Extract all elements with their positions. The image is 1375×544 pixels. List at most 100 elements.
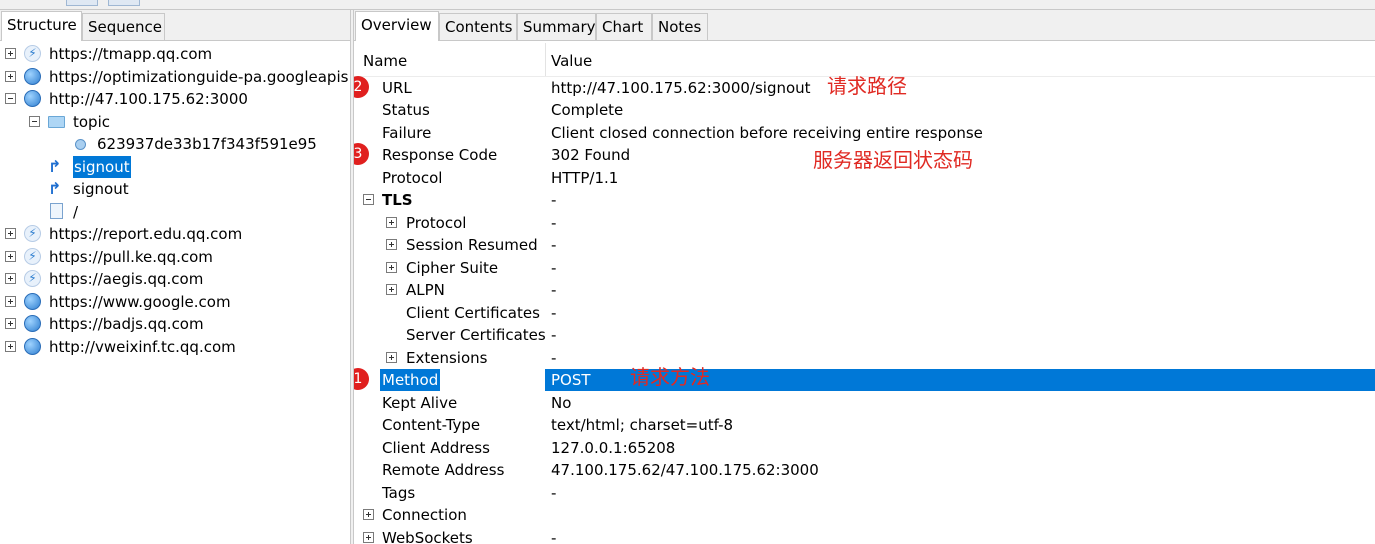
property-row[interactable]: Client Certificates - <box>354 302 1375 324</box>
expand-icon[interactable] <box>363 509 374 520</box>
tree-item-label: https://tmapp.qq.com <box>49 45 213 63</box>
property-value: Client closed connection before receivin… <box>551 123 983 142</box>
property-value: 127.0.0.1:65208 <box>551 438 676 457</box>
tree-item[interactable]: ⚡ https://pull.ke.qq.com <box>0 246 350 268</box>
tree-item-label: https://report.edu.qq.com <box>49 225 243 243</box>
expand-icon[interactable] <box>363 531 374 543</box>
tree-item[interactable]: topic <box>0 111 350 133</box>
property-row[interactable]: Remote Address 47.100.175.62/47.100.175.6… <box>354 459 1375 481</box>
toolbar-button[interactable] <box>66 0 98 6</box>
folder-icon <box>48 115 65 128</box>
expand-icon[interactable] <box>386 216 397 228</box>
tree-item[interactable]: http://47.100.175.62:3000 <box>0 88 350 110</box>
tab-chart[interactable]: Chart <box>596 13 652 40</box>
collapse-icon[interactable] <box>5 93 16 104</box>
tree-item-label: topic <box>73 112 110 131</box>
property-value: POST <box>551 371 591 389</box>
property-row[interactable]: Extensions - <box>354 347 1375 369</box>
expand-icon[interactable] <box>5 70 16 82</box>
request-icon <box>75 139 86 150</box>
property-row[interactable]: Cipher Suite - <box>354 257 1375 279</box>
property-value: 47.100.175.62/47.100.175.62:3000 <box>551 461 819 479</box>
tree-item[interactable]: 623937de33b17f343f591e95 <box>0 133 350 155</box>
property-row[interactable]: Failure Client closed connection before r… <box>354 122 1375 144</box>
property-row[interactable]: Status Complete <box>354 99 1375 121</box>
expand-icon[interactable] <box>5 273 16 284</box>
tree-item[interactable]: ⚡ https://aegis.qq.com <box>0 268 350 290</box>
property-value: No <box>551 393 572 412</box>
tab-summary[interactable]: Summary <box>517 13 596 40</box>
expand-icon[interactable] <box>5 48 16 59</box>
tree-item[interactable]: / <box>0 201 350 223</box>
property-row[interactable]: Kept Alive No <box>354 392 1375 414</box>
property-name: Cipher Suite <box>406 258 499 277</box>
column-divider[interactable] <box>545 43 546 76</box>
left-tab-bar: Structure Sequence <box>0 10 350 41</box>
tree-item-label: signout <box>73 155 131 178</box>
expand-icon[interactable] <box>386 239 397 250</box>
toolbar-button[interactable] <box>108 0 140 6</box>
expand-icon[interactable] <box>386 284 397 295</box>
tree-item[interactable]: ↱ signout <box>0 178 350 200</box>
property-row[interactable]: WebSockets - <box>354 527 1375 544</box>
expand-icon[interactable] <box>386 351 397 363</box>
tab-contents[interactable]: Contents <box>439 13 517 40</box>
tree-item[interactable]: ↱ signout <box>0 155 350 178</box>
redirect-icon: ↱ <box>48 179 62 198</box>
globe-icon <box>24 292 41 310</box>
expand-icon[interactable] <box>386 261 397 273</box>
globe-icon <box>24 315 41 332</box>
annotation-note: 服务器返回状态码 <box>813 148 973 172</box>
property-name: Method <box>380 369 441 391</box>
column-header-value[interactable]: Value <box>551 42 592 76</box>
tree-item[interactable]: ⚡ https://report.edu.qq.com <box>0 223 350 245</box>
collapse-icon[interactable] <box>29 115 40 127</box>
property-name: Failure <box>382 123 432 142</box>
property-row[interactable]: Server Certificates - <box>354 324 1375 346</box>
right-tab-bar: Overview Contents Summary Chart Notes <box>354 10 1375 41</box>
property-row[interactable]: Connection <box>354 504 1375 526</box>
property-row[interactable]: Method POST <box>354 369 1375 391</box>
property-name: Kept Alive <box>382 393 458 412</box>
property-value: - <box>551 236 557 254</box>
property-value: - <box>551 258 557 277</box>
bolt-icon: ⚡ <box>24 247 41 265</box>
bolt-icon: ⚡ <box>24 45 41 62</box>
property-value: - <box>551 528 557 544</box>
property-row[interactable]: Session Resumed - <box>354 234 1375 256</box>
property-row[interactable]: Content-Type text/html; charset=utf-8 <box>354 414 1375 436</box>
globe-icon <box>24 90 41 107</box>
expand-icon[interactable] <box>5 340 16 352</box>
property-row[interactable]: Client Address 127.0.0.1:65208 <box>354 437 1375 459</box>
tab-structure[interactable]: Structure <box>1 11 82 41</box>
annotation-note: 请求方法 <box>630 365 710 389</box>
property-name: ALPN <box>406 281 445 299</box>
tree-item-label: http://vweixinf.tc.qq.com <box>49 337 236 356</box>
tree-item-label: https://aegis.qq.com <box>49 270 204 288</box>
expand-icon[interactable] <box>5 250 16 262</box>
property-name: Remote Address <box>382 461 505 479</box>
property-row[interactable]: ALPN - <box>354 279 1375 301</box>
tab-sequence[interactable]: Sequence <box>82 13 165 40</box>
property-row[interactable]: Tags - <box>354 482 1375 504</box>
tree-item[interactable]: http://vweixinf.tc.qq.com <box>0 336 350 358</box>
tree-item-label: / <box>73 202 79 221</box>
structure-panel: Structure Sequence ⚡ https://tmapp.qq.com… <box>0 10 350 544</box>
expand-icon[interactable] <box>5 318 16 329</box>
expand-icon[interactable] <box>5 228 16 239</box>
tab-overview[interactable]: Overview <box>355 11 439 41</box>
expand-icon[interactable] <box>5 295 16 307</box>
property-value: Complete <box>551 101 624 119</box>
globe-icon <box>24 337 41 355</box>
tree-item[interactable]: https://badjs.qq.com <box>0 313 350 335</box>
tree-item[interactable]: ⚡ https://tmapp.qq.com <box>0 43 350 65</box>
tree-item[interactable]: https://optimizationguide-pa.googleapis <box>0 66 350 88</box>
collapse-icon[interactable] <box>363 194 374 205</box>
column-header-name[interactable]: Name <box>363 42 407 76</box>
tree-item-label: signout <box>73 180 129 198</box>
property-name: Connection <box>382 506 467 524</box>
property-row[interactable]: TLS - <box>354 189 1375 211</box>
tree-item[interactable]: https://www.google.com <box>0 291 350 313</box>
tab-notes[interactable]: Notes <box>652 13 708 40</box>
property-row[interactable]: Protocol - <box>354 212 1375 234</box>
